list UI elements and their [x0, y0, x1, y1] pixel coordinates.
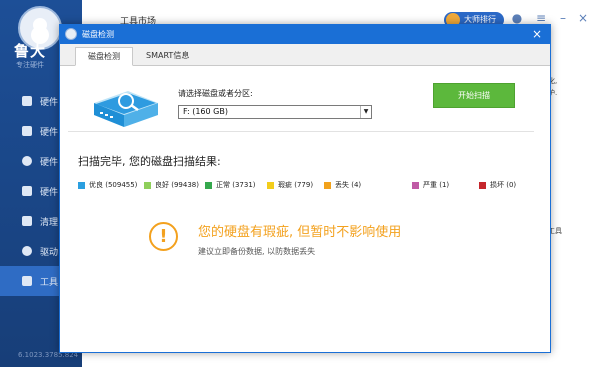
- window-close-icon[interactable]: ×: [576, 11, 590, 25]
- start-scan-button[interactable]: 开始扫描: [433, 83, 515, 108]
- legend-label: 优良: [89, 181, 103, 189]
- legend-swatch: [267, 181, 274, 189]
- warning-advice: 建议立即备份数据, 以防数据丢失: [198, 247, 316, 256]
- legend-label: 损坏: [490, 181, 504, 189]
- legend-count: (779): [294, 181, 314, 189]
- legend-count: (1): [439, 181, 450, 189]
- legend-item-flaw: 瑕疵 (779): [267, 180, 313, 190]
- legend-count: (99438): [171, 181, 199, 189]
- user-icon[interactable]: ●: [510, 11, 524, 25]
- legend-swatch: [324, 181, 331, 189]
- legend-item-good: 良好 (99438): [144, 180, 199, 190]
- sidebar-item-label: 硬件: [40, 127, 59, 138]
- chevron-down-icon[interactable]: ▼: [360, 106, 371, 118]
- legend-item-normal: 正常 (3731): [205, 180, 256, 190]
- gear-icon: [22, 246, 32, 256]
- legend-count: (4): [351, 181, 362, 189]
- legend-item-severe: 严重 (1): [412, 180, 449, 190]
- tab-smart-info[interactable]: SMART信息: [134, 47, 201, 66]
- sidebar-item-label: 硬件: [40, 187, 59, 198]
- gauge-icon: [22, 156, 32, 166]
- legend-swatch: [144, 181, 151, 189]
- legend-label: 丢失: [335, 181, 349, 189]
- app-logo-icon: [65, 28, 77, 40]
- hard-disk-icon: [94, 91, 158, 127]
- scan-result-title: 扫描完毕, 您的磁盘扫描结果:: [78, 155, 221, 168]
- legend-item-excellent: 优良 (509455): [78, 180, 137, 190]
- toolbox-icon: [22, 276, 32, 286]
- shield-icon: [22, 186, 32, 196]
- minimize-icon[interactable]: –: [556, 11, 570, 25]
- tab-disk-check[interactable]: 磁盘检测: [75, 47, 133, 66]
- sidebar-item-label: 硬件: [40, 157, 59, 168]
- partition-select-value: F: (160 GB): [183, 107, 228, 116]
- legend-label: 良好: [155, 181, 169, 189]
- legend-label: 严重: [423, 181, 437, 189]
- dialog-title: 磁盘检测: [82, 30, 114, 39]
- legend-label: 瑕疵: [278, 181, 292, 189]
- monitor-icon: [22, 96, 32, 106]
- disk-check-dialog: 磁盘检测 × 磁盘检测 SMART信息 请选择磁盘或者分区: F: (160 G…: [59, 24, 551, 353]
- legend-count: (509455): [105, 181, 138, 189]
- legend-swatch: [78, 181, 85, 189]
- sidebar-item-label: 驱动: [40, 247, 59, 258]
- scan-legend: 优良 (509455) 良好 (99438) 正常 (3731) 瑕疵 (779…: [78, 180, 548, 192]
- warning-message: 您的硬盘有瑕疵, 但暂时不影响使用: [198, 225, 402, 240]
- sidebar-item-label: 工具: [40, 277, 59, 288]
- legend-item-damaged: 损坏 (0): [479, 180, 516, 190]
- legend-item-lost: 丢失 (4): [324, 180, 361, 190]
- legend-swatch: [205, 181, 212, 189]
- legend-label: 正常: [216, 181, 230, 189]
- legend-count: (0): [506, 181, 517, 189]
- sidebar-item-label: 清理: [40, 217, 59, 228]
- legend-count: (3731): [232, 181, 256, 189]
- partition-select[interactable]: F: (160 GB) ▼: [178, 105, 372, 119]
- brand-slogan: 专注硬件: [16, 61, 44, 69]
- legend-swatch: [479, 181, 486, 189]
- dialog-titlebar[interactable]: 磁盘检测 ×: [60, 25, 550, 44]
- broom-icon: [22, 216, 32, 226]
- warning-icon: !: [149, 222, 178, 251]
- menu-icon[interactable]: ≡: [534, 11, 548, 25]
- divider: [68, 131, 534, 132]
- legend-swatch: [412, 181, 419, 189]
- sidebar-item-label: 硬件: [40, 97, 59, 108]
- brand-name: 鲁大: [14, 42, 47, 60]
- dialog-tabs: 磁盘检测 SMART信息: [60, 44, 550, 66]
- partition-select-label: 请选择磁盘或者分区:: [178, 89, 253, 98]
- close-icon[interactable]: ×: [530, 26, 544, 42]
- list-icon: [22, 126, 32, 136]
